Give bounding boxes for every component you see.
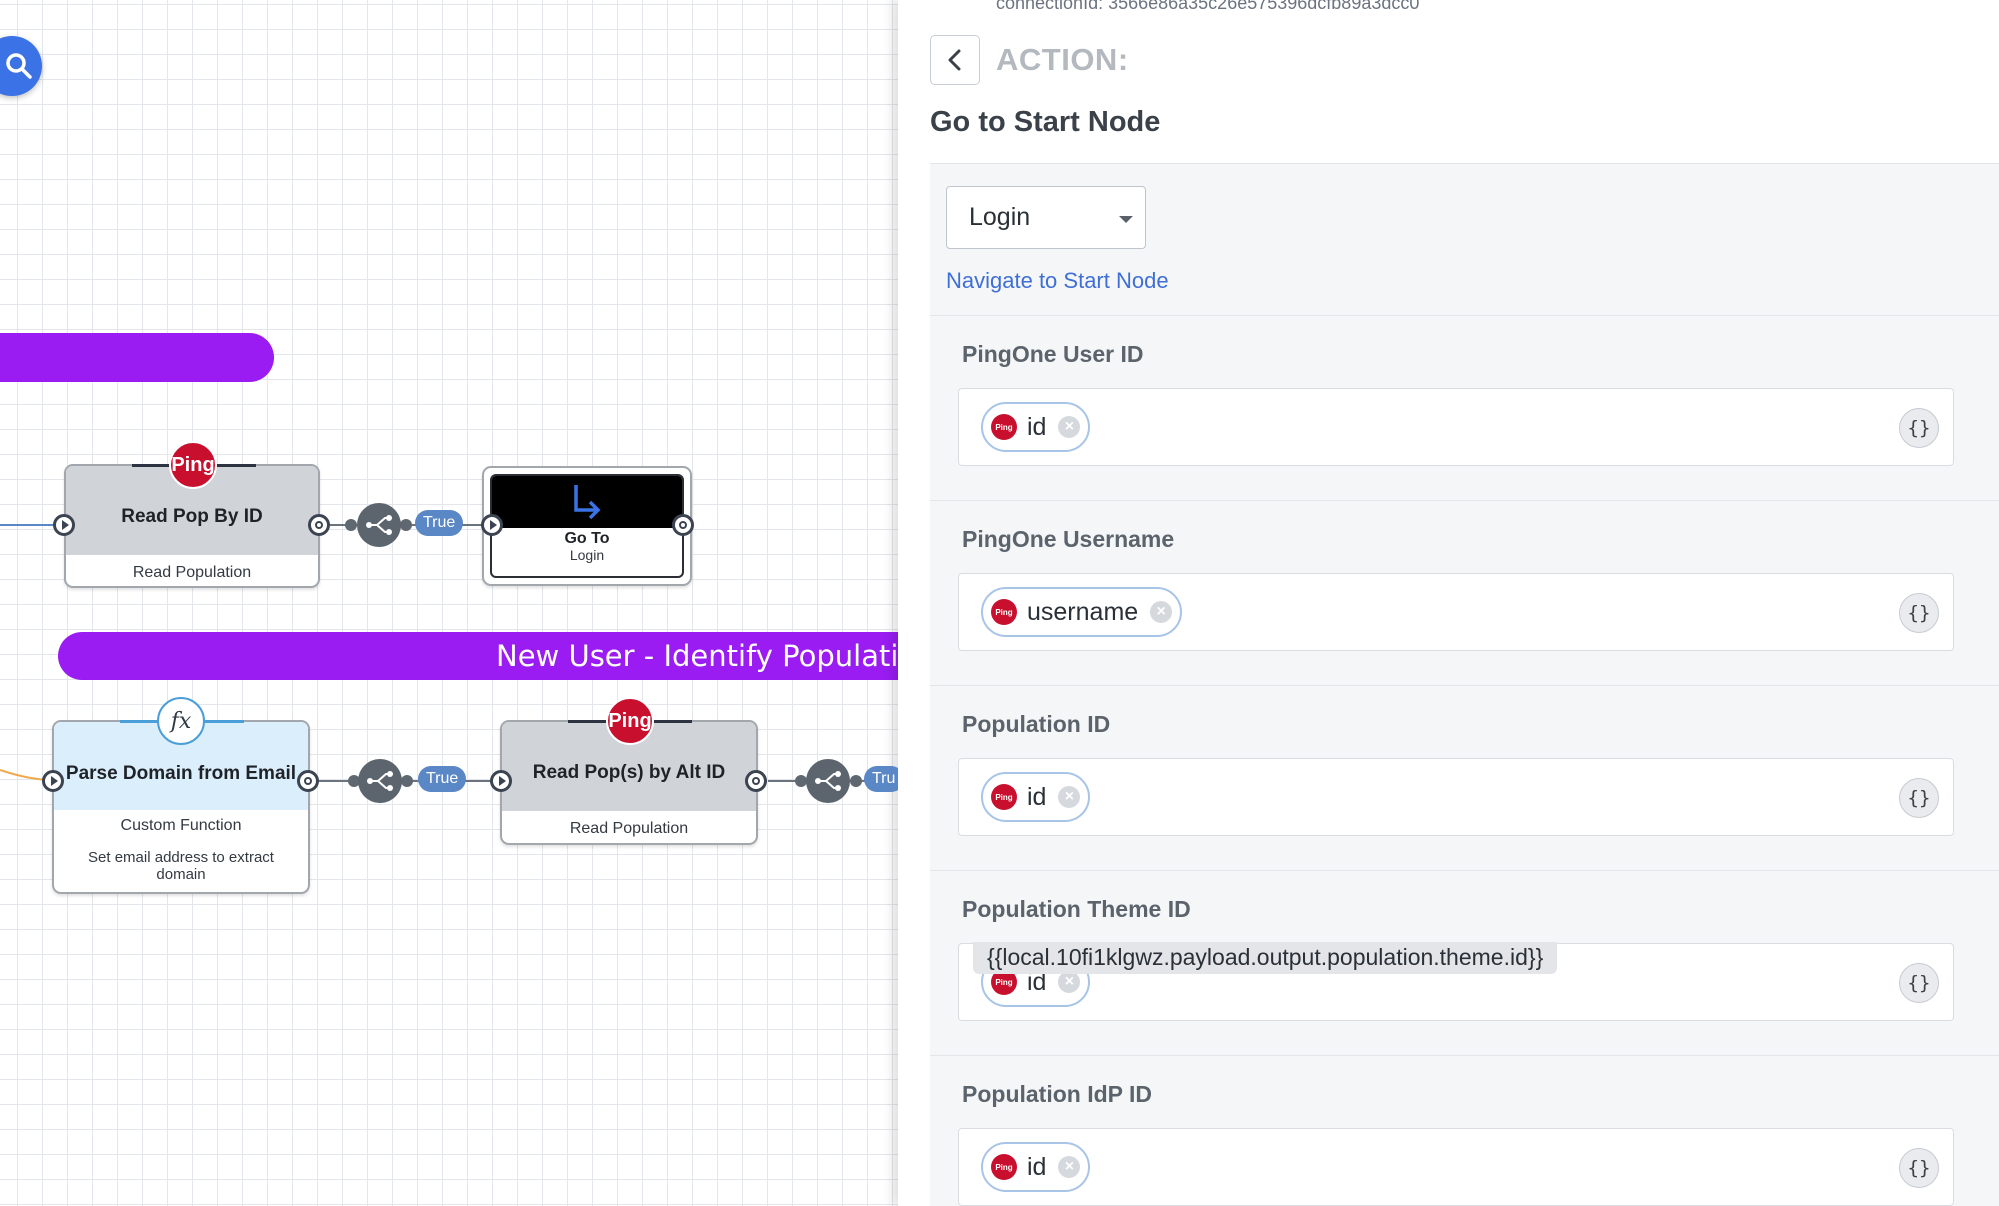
node-subtitle: Custom Function <box>120 817 242 834</box>
field-label: PingOne User ID <box>962 341 1144 367</box>
action-label: ACTION: <box>996 42 1129 77</box>
field-input[interactable]: Ping id × {{local.10fi1klgwz.payload.out… <box>958 942 1954 1021</box>
variable-chip[interactable]: Ping id × <box>981 772 1091 822</box>
navigate-to-start-node-link[interactable]: Navigate to Start Node <box>946 268 1169 294</box>
function-icon: fx <box>157 697 205 745</box>
field-label: Population IdP ID <box>962 1081 1152 1107</box>
chip-label: username <box>1027 597 1139 626</box>
field-population-idp-id: Population IdP ID Ping id × {} <box>930 1055 1999 1206</box>
field-input[interactable]: Ping id × {} <box>958 758 1954 836</box>
properties-panel: connectionId: 3566e86a35c26e575396dcfb89… <box>898 0 1999 1206</box>
variable-chip[interactable]: Ping username × <box>981 587 1183 637</box>
connector-knob <box>400 519 412 531</box>
node-title: Go To <box>564 530 610 547</box>
variable-tooltip: {{local.10fi1klgwz.payload.output.popula… <box>973 942 1558 974</box>
field-pingone-user-id: PingOne User ID Ping id × {} <box>930 315 1999 500</box>
connector-knob <box>850 775 862 787</box>
ping-logo-icon: Ping <box>606 697 654 745</box>
caret-down-icon <box>1119 216 1133 223</box>
close-icon[interactable]: × <box>1058 971 1081 993</box>
close-icon[interactable]: × <box>1058 786 1081 808</box>
start-node-select[interactable]: Login <box>946 186 1146 249</box>
output-port[interactable] <box>297 770 319 792</box>
ping-logo-icon: Ping <box>991 414 1017 440</box>
chip-label: id <box>1027 782 1047 811</box>
chip-label: id <box>1027 412 1047 441</box>
node-group-label: New User - Identify Populati <box>496 639 898 673</box>
field-input[interactable]: Ping username × {} <box>958 573 1954 651</box>
search-button[interactable] <box>0 36 42 96</box>
branch-icon[interactable] <box>357 503 401 547</box>
close-icon[interactable]: × <box>1058 1156 1081 1178</box>
output-port[interactable] <box>308 514 330 536</box>
input-port[interactable] <box>481 514 503 536</box>
field-input[interactable]: Ping id × {} <box>958 388 1954 466</box>
node-parse-domain[interactable]: Parse Domain from Email Custom Function … <box>52 720 310 894</box>
true-label: Tru <box>864 766 898 792</box>
panel-body: Login Navigate to Start Node PingOne Use… <box>930 163 1999 1206</box>
ping-logo-icon: Ping <box>991 599 1017 625</box>
field-population-theme-id: Population Theme ID Ping id × {{local.10… <box>930 870 1999 1055</box>
braces-icon[interactable]: {} <box>1899 593 1939 633</box>
node-goto[interactable]: Go To Login <box>482 466 692 586</box>
ping-logo-icon: Ping <box>991 1154 1017 1180</box>
variable-chip[interactable]: Ping id × <box>981 402 1091 452</box>
chip-label: id <box>1027 1152 1047 1181</box>
true-label: True <box>415 510 464 536</box>
back-button[interactable] <box>930 35 980 85</box>
action-title: Go to Start Node <box>930 106 1161 138</box>
output-port[interactable] <box>672 514 694 536</box>
ping-logo-icon: Ping <box>991 784 1017 810</box>
braces-icon[interactable]: {} <box>1899 963 1939 1003</box>
braces-icon[interactable]: {} <box>1899 778 1939 818</box>
node-group-bar[interactable]: New User - Identify Populati <box>58 632 898 680</box>
node-description: Set email address to extract domain <box>88 849 274 883</box>
output-port[interactable] <box>745 770 767 792</box>
goto-arrow-icon <box>574 485 601 520</box>
close-icon[interactable]: × <box>1058 416 1081 438</box>
branch-icon[interactable] <box>806 759 850 803</box>
search-icon <box>6 53 32 79</box>
node-subtitle: Read Population <box>132 564 252 581</box>
field-input[interactable]: Ping id × {} <box>958 1128 1954 1206</box>
node-subtitle: Login <box>569 547 605 563</box>
true-label: True <box>418 766 467 792</box>
field-population-id: Population ID Ping id × {} <box>930 685 1999 870</box>
chevron-left-icon <box>948 49 961 71</box>
input-port[interactable] <box>42 770 64 792</box>
branch-icon[interactable] <box>358 759 402 803</box>
field-label: Population ID <box>962 711 1111 737</box>
flow-canvas[interactable]: Ping Read Pop By ID Read Population True… <box>0 0 898 1206</box>
connector-line <box>0 524 58 526</box>
select-value: Login <box>969 203 1031 231</box>
connector-knob <box>401 775 413 787</box>
input-port[interactable] <box>53 514 75 536</box>
close-icon[interactable]: × <box>1150 601 1173 623</box>
braces-icon[interactable]: {} <box>1899 408 1939 448</box>
field-label: PingOne Username <box>962 526 1175 552</box>
variable-chip[interactable]: Ping id × <box>981 1142 1091 1192</box>
field-label: Population Theme ID <box>962 896 1191 922</box>
field-pingone-username: PingOne Username Ping username × {} <box>930 500 1999 685</box>
ping-logo-icon: Ping <box>169 441 217 489</box>
node-subtitle: Read Population <box>569 820 689 837</box>
braces-icon[interactable]: {} <box>1899 1148 1939 1188</box>
input-port[interactable] <box>490 770 512 792</box>
connection-id: connectionId: 3566e86a35c26e575396dcfb89… <box>996 0 1420 13</box>
connector-knob <box>345 519 357 531</box>
node-group-bar[interactable] <box>0 333 274 382</box>
